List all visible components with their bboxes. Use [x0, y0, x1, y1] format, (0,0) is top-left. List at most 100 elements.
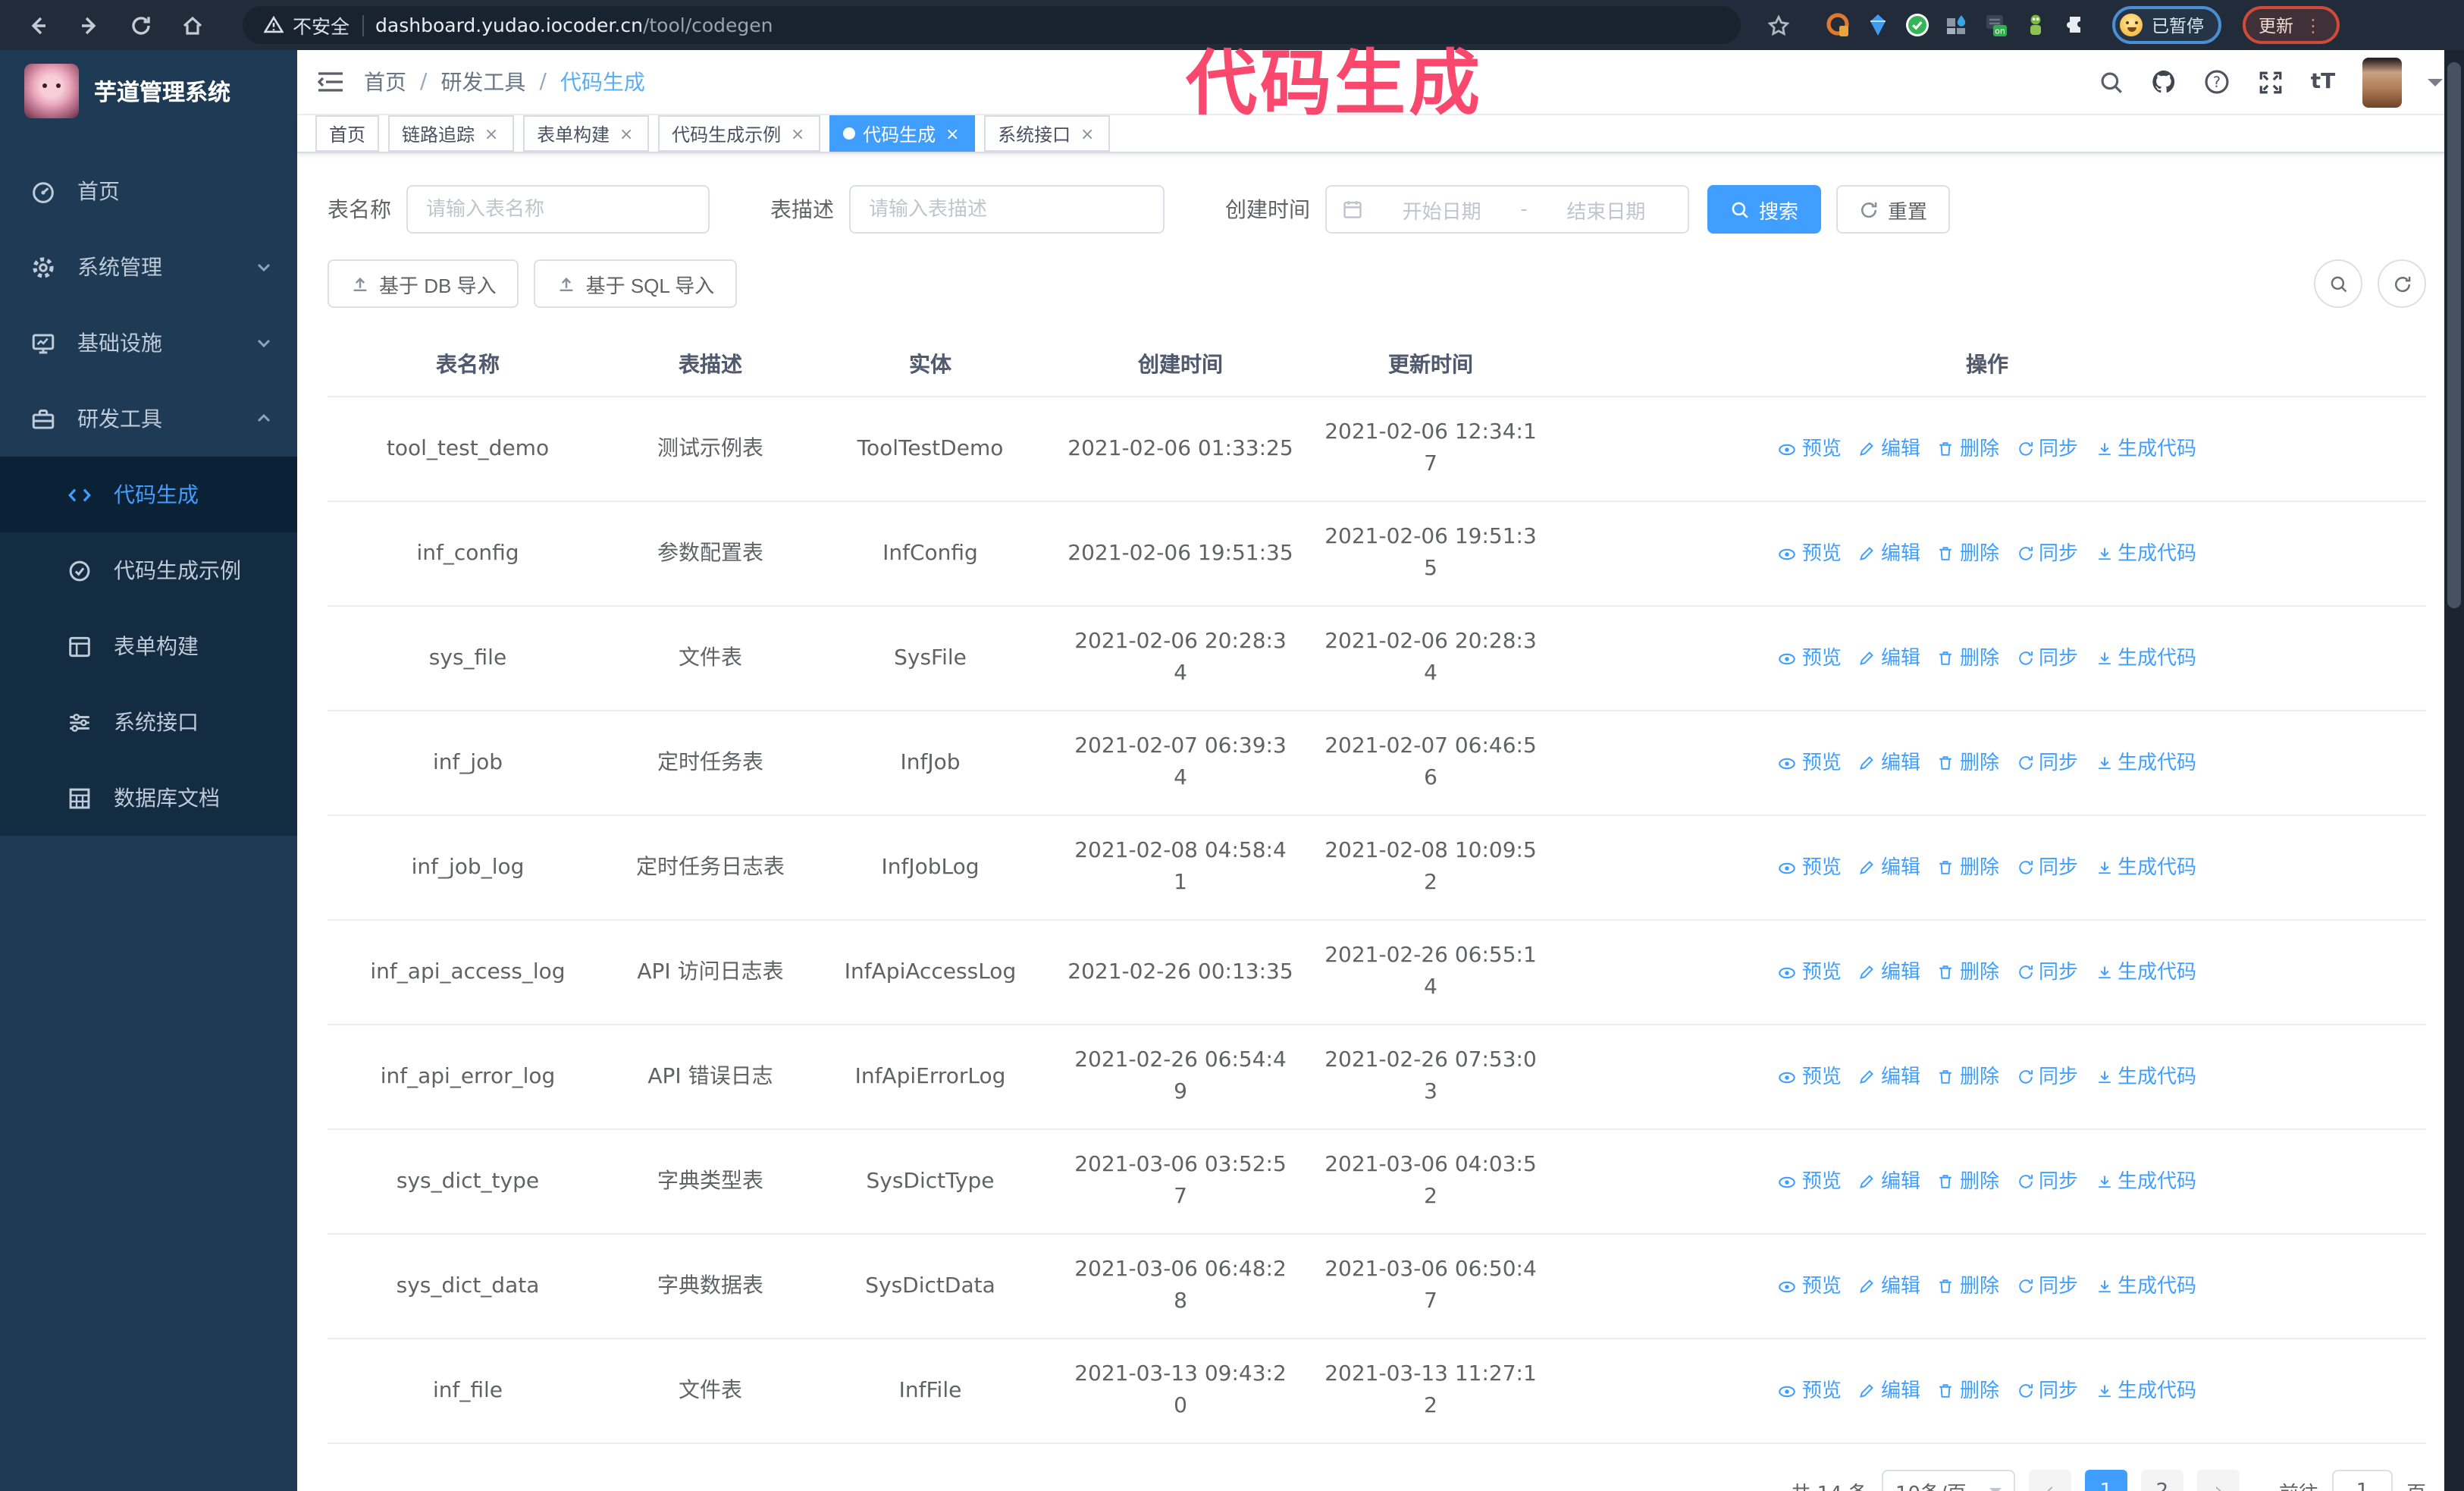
font-size-icon[interactable]: tT [2309, 68, 2337, 96]
generate-code-link[interactable]: 生成代码 [2095, 1061, 2196, 1093]
sidebar-item-codegen[interactable]: 代码生成 [0, 457, 297, 532]
tab-codegen-demo[interactable]: 代码生成示例 × [658, 115, 821, 152]
sidebar-item-system[interactable]: 系统管理 [0, 229, 297, 305]
edit-link[interactable]: 编辑 [1858, 747, 1920, 779]
browser-profile-badge[interactable]: 已暂停 [2112, 6, 2221, 44]
next-page-button[interactable]: › [2196, 1470, 2240, 1491]
sidebar-toggle-icon[interactable] [297, 50, 364, 114]
sync-link[interactable]: 同步 [2016, 1375, 2078, 1407]
delete-link[interactable]: 删除 [1937, 538, 1999, 570]
delete-link[interactable]: 删除 [1937, 956, 1999, 988]
fullscreen-icon[interactable] [2256, 68, 2284, 96]
generate-code-link[interactable]: 生成代码 [2095, 433, 2196, 465]
github-icon[interactable] [2150, 68, 2177, 96]
refresh-table-button[interactable] [2378, 259, 2426, 308]
sync-link[interactable]: 同步 [2016, 1061, 2078, 1093]
scrollbar-thumb[interactable] [2447, 62, 2461, 608]
user-menu-caret-icon[interactable] [2428, 78, 2443, 93]
browser-menu-dots-icon[interactable]: ⋮ [2304, 16, 2322, 34]
tab-system-api[interactable]: 系统接口 × [984, 115, 1111, 152]
close-icon[interactable]: × [1078, 124, 1096, 143]
sidebar-item-system-api[interactable]: 系统接口 [0, 684, 297, 760]
preview-link[interactable]: 预览 [1778, 1375, 1842, 1407]
sync-link[interactable]: 同步 [2016, 538, 2078, 570]
table-name-input[interactable] [406, 185, 710, 234]
header-search-icon[interactable] [2097, 68, 2124, 96]
tab-home[interactable]: 首页 [315, 115, 380, 152]
tab-tracing[interactable]: 链路追踪 × [388, 115, 515, 152]
preview-link[interactable]: 预览 [1778, 956, 1842, 988]
ext-robot-icon[interactable] [2023, 12, 2049, 38]
edit-link[interactable]: 编辑 [1858, 642, 1920, 674]
generate-code-link[interactable]: 生成代码 [2095, 1270, 2196, 1302]
generate-code-link[interactable]: 生成代码 [2095, 642, 2196, 674]
edit-link[interactable]: 编辑 [1858, 1375, 1920, 1407]
table-desc-input[interactable] [849, 185, 1165, 234]
sidebar-item-codegen-demo[interactable]: 代码生成示例 [0, 532, 297, 608]
preview-link[interactable]: 预览 [1778, 1166, 1842, 1198]
delete-link[interactable]: 删除 [1937, 852, 1999, 884]
ext-fehelper-icon[interactable] [1826, 12, 1851, 38]
sidebar-item-devtools[interactable]: 研发工具 [0, 381, 297, 457]
delete-link[interactable]: 删除 [1937, 747, 1999, 779]
preview-link[interactable]: 预览 [1778, 642, 1842, 674]
tab-form-builder[interactable]: 表单构建 × [523, 115, 650, 152]
sync-link[interactable]: 同步 [2016, 956, 2078, 988]
tab-codegen[interactable]: 代码生成 × [829, 115, 976, 152]
import-sql-button[interactable]: 基于 SQL 导入 [534, 259, 738, 308]
preview-link[interactable]: 预览 [1778, 747, 1842, 779]
edit-link[interactable]: 编辑 [1858, 1270, 1920, 1302]
page-scrollbar[interactable] [2444, 50, 2464, 1491]
url-text[interactable]: dashboard.yudao.iocoder.cn/tool/codegen [375, 14, 773, 36]
close-icon[interactable]: × [943, 124, 961, 143]
preview-link[interactable]: 预览 [1778, 1270, 1842, 1302]
sync-link[interactable]: 同步 [2016, 1166, 2078, 1198]
extensions-puzzle-icon[interactable] [2062, 12, 2088, 38]
sidebar-item-form-builder[interactable]: 表单构建 [0, 608, 297, 684]
ext-on-switch-icon[interactable]: on [1983, 12, 2009, 38]
user-avatar[interactable] [2362, 57, 2402, 107]
sidebar-item-home[interactable]: 首页 [0, 153, 297, 229]
browser-update-button[interactable]: 更新 ⋮ [2242, 6, 2339, 44]
page-size-select[interactable]: 10条/页 [1881, 1470, 2015, 1491]
page-button-1[interactable]: 1 [2084, 1470, 2127, 1491]
sidebar-item-db-doc[interactable]: 数据库文档 [0, 760, 297, 836]
ext-grid-drop-icon[interactable] [1944, 12, 1970, 38]
search-button[interactable]: 搜索 [1707, 185, 1822, 234]
close-icon[interactable]: × [617, 124, 635, 143]
sync-link[interactable]: 同步 [2016, 747, 2078, 779]
sync-link[interactable]: 同步 [2016, 642, 2078, 674]
ext-gem-icon[interactable] [1865, 12, 1891, 38]
bookmark-star-icon[interactable] [1756, 5, 1801, 45]
browser-home-icon[interactable] [170, 5, 215, 45]
delete-link[interactable]: 删除 [1937, 433, 1999, 465]
prev-page-button[interactable]: ‹ [2028, 1470, 2071, 1491]
preview-link[interactable]: 预览 [1778, 852, 1842, 884]
delete-link[interactable]: 删除 [1937, 1270, 1999, 1302]
breadcrumb-home[interactable]: 首页 [364, 67, 406, 97]
edit-link[interactable]: 编辑 [1858, 852, 1920, 884]
edit-link[interactable]: 编辑 [1858, 956, 1920, 988]
edit-link[interactable]: 编辑 [1858, 538, 1920, 570]
import-db-button[interactable]: 基于 DB 导入 [328, 259, 519, 308]
breadcrumb-devtools[interactable]: 研发工具 [440, 67, 525, 97]
delete-link[interactable]: 删除 [1937, 642, 1999, 674]
generate-code-link[interactable]: 生成代码 [2095, 956, 2196, 988]
sync-link[interactable]: 同步 [2016, 1270, 2078, 1302]
preview-link[interactable]: 预览 [1778, 1061, 1842, 1093]
date-range-picker[interactable]: 开始日期 - 结束日期 [1325, 185, 1689, 234]
address-bar[interactable]: 不安全 dashboard.yudao.iocoder.cn/tool/code… [243, 6, 1741, 44]
close-icon[interactable]: × [788, 124, 807, 143]
sync-link[interactable]: 同步 [2016, 433, 2078, 465]
toggle-search-button[interactable] [2314, 259, 2362, 308]
generate-code-link[interactable]: 生成代码 [2095, 747, 2196, 779]
delete-link[interactable]: 删除 [1937, 1375, 1999, 1407]
edit-link[interactable]: 编辑 [1858, 1061, 1920, 1093]
help-icon[interactable]: ? [2203, 68, 2230, 96]
edit-link[interactable]: 编辑 [1858, 433, 1920, 465]
delete-link[interactable]: 删除 [1937, 1166, 1999, 1198]
generate-code-link[interactable]: 生成代码 [2095, 538, 2196, 570]
security-warning[interactable]: 不安全 [264, 11, 350, 39]
sidebar-logo-row[interactable]: 芋道管理系统 [0, 50, 297, 132]
generate-code-link[interactable]: 生成代码 [2095, 1166, 2196, 1198]
